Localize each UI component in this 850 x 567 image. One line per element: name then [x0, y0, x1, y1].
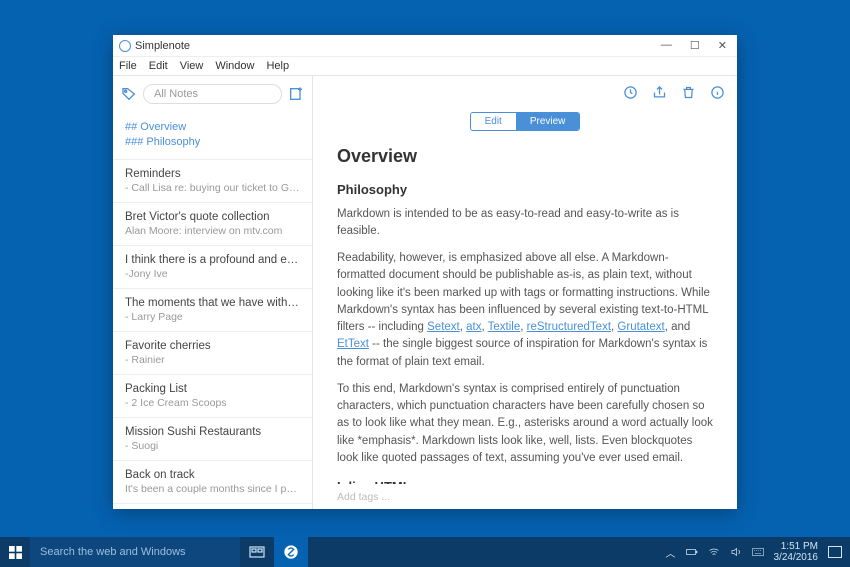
tray-wifi-icon[interactable]: [708, 546, 720, 558]
note-item[interactable]: Mission Sushi Restaurants- Suogi: [113, 418, 312, 461]
view-toggle: Edit Preview: [470, 112, 581, 131]
link-setext[interactable]: Setext: [427, 321, 460, 333]
trash-icon[interactable]: [681, 85, 696, 100]
action-center-icon[interactable]: [828, 546, 842, 558]
menubar: File Edit View Window Help: [113, 57, 737, 75]
start-button[interactable]: [0, 537, 30, 567]
heading-2: Philosophy: [337, 180, 713, 200]
taskbar-search[interactable]: Search the web and Windows: [30, 537, 240, 567]
note-content[interactable]: Overview Philosophy Markdown is intended…: [313, 139, 737, 484]
menu-view[interactable]: View: [180, 60, 204, 72]
search-input[interactable]: All Notes: [143, 84, 282, 104]
sidebar: All Notes ## Overview ### Philosophy Rem…: [113, 76, 313, 509]
minimize-button[interactable]: —: [661, 39, 672, 52]
note-raw-line: ## Overview: [125, 120, 300, 135]
tray-keyboard-icon[interactable]: [752, 546, 764, 558]
note-item[interactable]: I think there is a profound and enduri..…: [113, 246, 312, 289]
link-textile[interactable]: Textile: [488, 321, 521, 333]
note-item-selected[interactable]: ## Overview ### Philosophy: [113, 112, 312, 160]
app-title: Simplenote: [135, 40, 190, 52]
share-icon[interactable]: [652, 85, 667, 100]
menu-help[interactable]: Help: [266, 60, 289, 72]
heading-2: Inline HTML: [337, 477, 713, 484]
history-icon[interactable]: [623, 85, 638, 100]
main-panel: Edit Preview Overview Philosophy Markdow…: [313, 76, 737, 509]
info-icon[interactable]: [710, 85, 725, 100]
link-atx[interactable]: atx: [466, 321, 481, 333]
link-rst[interactable]: reStructuredText: [527, 321, 611, 333]
paragraph: Markdown is intended to be as easy-to-re…: [337, 206, 713, 241]
paragraph: To this end, Markdown's syntax is compri…: [337, 381, 713, 467]
note-item[interactable]: Bret Victor's quote collectionAlan Moore…: [113, 203, 312, 246]
note-item[interactable]: Reminders- Call Lisa re: buying our tick…: [113, 160, 312, 203]
taskbar-app-simplenote[interactable]: [274, 537, 308, 567]
note-item[interactable]: Packing List- 2 Ice Cream Scoops: [113, 375, 312, 418]
note-raw-line: ### Philosophy: [125, 135, 300, 150]
task-view-icon[interactable]: [240, 537, 274, 567]
tray-battery-icon[interactable]: [686, 546, 698, 558]
note-item[interactable]: The moments that we have with friend...-…: [113, 289, 312, 332]
note-item[interactable]: Grocery list: [113, 504, 312, 509]
link-gruta[interactable]: Grutatext: [617, 321, 664, 333]
note-list: ## Overview ### Philosophy Reminders- Ca…: [113, 112, 312, 509]
maximize-button[interactable]: ☐: [690, 39, 700, 52]
app-icon: [119, 40, 131, 52]
heading-1: Overview: [337, 143, 713, 170]
paragraph: Readability, however, is emphasized abov…: [337, 250, 713, 371]
tray-volume-icon[interactable]: [730, 546, 742, 558]
tab-preview[interactable]: Preview: [516, 113, 580, 130]
note-item[interactable]: Back on trackIt's been a couple months s…: [113, 461, 312, 504]
new-note-icon[interactable]: [288, 86, 304, 102]
app-window: Simplenote — ☐ ✕ File Edit View Window H…: [113, 35, 737, 509]
tag-icon[interactable]: [121, 86, 137, 102]
taskbar: Search the web and Windows ︿ 1:51 PM 3/2…: [0, 537, 850, 567]
menu-window[interactable]: Window: [215, 60, 254, 72]
note-item[interactable]: Favorite cherries- Rainier: [113, 332, 312, 375]
tag-input[interactable]: Add tags ...: [313, 484, 737, 509]
taskbar-clock[interactable]: 1:51 PM 3/24/2016: [774, 541, 819, 563]
system-tray: ︿ 1:51 PM 3/24/2016: [666, 541, 850, 563]
titlebar[interactable]: Simplenote — ☐ ✕: [113, 35, 737, 57]
close-button[interactable]: ✕: [718, 39, 727, 52]
menu-file[interactable]: File: [119, 60, 137, 72]
menu-edit[interactable]: Edit: [149, 60, 168, 72]
link-ettext[interactable]: EtText: [337, 338, 369, 350]
tray-chevron-icon[interactable]: ︿: [666, 545, 676, 560]
tab-edit[interactable]: Edit: [471, 113, 516, 130]
